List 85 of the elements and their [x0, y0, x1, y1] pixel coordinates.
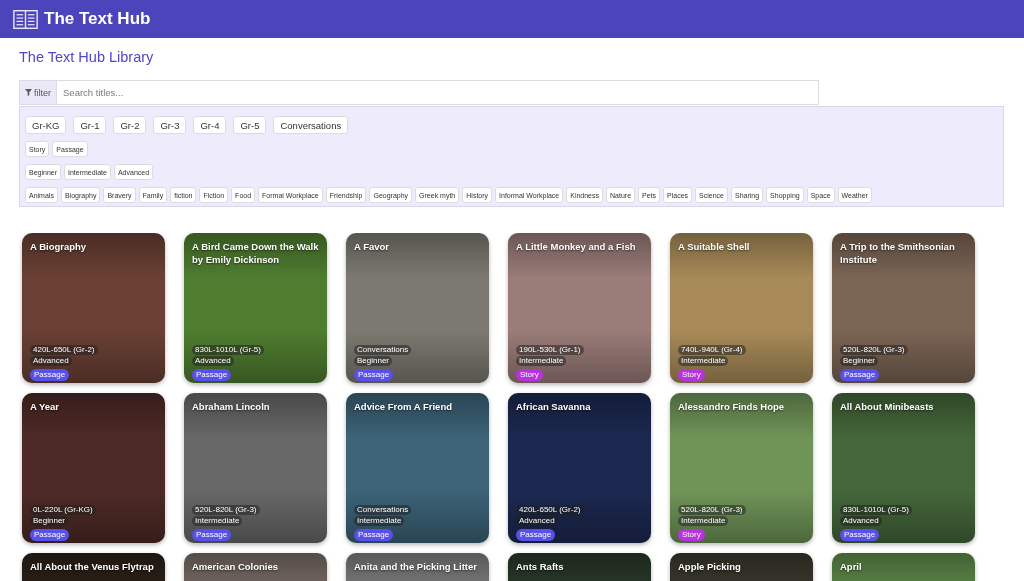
text-card[interactable]: A Suitable Shell 740L-940L (Gr-4) Intermediate Story: [670, 233, 813, 383]
level-label: Intermediate: [678, 356, 729, 366]
text-card[interactable]: Advice From A Friend Conversations Intermediate Passage: [346, 393, 489, 543]
card-title: Advice From A Friend: [354, 400, 452, 413]
card-title: April: [840, 560, 862, 573]
grade-filter-button[interactable]: Gr-4: [193, 116, 227, 134]
lexile-label: 520L-820L (Gr-3): [192, 505, 260, 515]
card-title: All About Minibeasts: [840, 400, 934, 413]
text-card[interactable]: Abraham Lincoln 520L-820L (Gr-3) Intermediate Passage: [184, 393, 327, 543]
type-tag: Story: [678, 369, 705, 381]
lexile-label: 830L-1010L (Gr-5): [840, 505, 912, 515]
level-label: Beginner: [354, 356, 393, 366]
type-tag: Passage: [840, 529, 880, 541]
card-title: African Savanna: [516, 400, 591, 413]
type-tag: Passage: [840, 369, 880, 381]
card-title: Abraham Lincoln: [192, 400, 270, 413]
type-tag: Passage: [354, 529, 394, 541]
card-title: Apple Picking: [678, 560, 741, 573]
lexile-label: 830L-1010L (Gr-5): [192, 345, 264, 355]
type-tag: Passage: [516, 529, 556, 541]
filter-label: filter: [34, 87, 51, 98]
level-label: Beginner: [840, 356, 879, 366]
page-title: The Text Hub Library: [19, 48, 154, 66]
level-label: Intermediate: [192, 516, 243, 526]
level-label: Beginner: [30, 516, 69, 526]
text-card[interactable]: Ants Rafts: [508, 553, 651, 581]
type-tag: Passage: [354, 369, 394, 381]
text-card[interactable]: Alessandro Finds Hope 520L-820L (Gr-3) Intermediate Story: [670, 393, 813, 543]
lexile-label: 520L-820L (Gr-3): [840, 345, 908, 355]
level-label: Intermediate: [516, 356, 567, 366]
text-card[interactable]: April: [832, 553, 975, 581]
lexile-label: Conversations: [354, 345, 412, 355]
search-field[interactable]: Search titles...: [56, 80, 819, 105]
card-title: A Suitable Shell: [678, 240, 750, 253]
funnel-icon: [25, 89, 32, 96]
lexile-label: 420L-650L (Gr-2): [516, 505, 584, 515]
lexile-label: 190L-530L (Gr-1): [516, 345, 584, 355]
text-card[interactable]: A Trip to the Smithsonian Institute 520L-820L (Gr-3) Beginner Passage: [832, 233, 975, 383]
lexile-label: 520L-820L (Gr-3): [678, 505, 746, 515]
card-title: A Year: [30, 400, 60, 413]
text-card[interactable]: A Biography 420L-650L (Gr-2) Advanced Passage: [22, 233, 165, 383]
grade-filter-button[interactable]: Gr-KG: [25, 116, 67, 134]
card-title: Anita and the Picking Litter: [354, 560, 477, 573]
grade-filter-button[interactable]: Gr-1: [73, 116, 107, 134]
grade-filter-button[interactable]: Gr-5: [233, 116, 267, 134]
card-title: Ants Rafts: [516, 560, 564, 573]
grade-filter-button[interactable]: Conversations: [273, 116, 349, 134]
grade-filter-button[interactable]: Gr-3: [153, 116, 187, 134]
type-tag: Passage: [192, 529, 232, 541]
card-title: Alessandro Finds Hope: [678, 400, 785, 413]
text-card[interactable]: All About the Venus Flytrap: [22, 553, 165, 581]
level-label: Intermediate: [354, 516, 405, 526]
text-card[interactable]: Anita and the Picking Litter: [346, 553, 489, 581]
card-title: A Favor: [354, 240, 390, 253]
lexile-label: 420L-650L (Gr-2): [30, 345, 98, 355]
brand-title[interactable]: The Text Hub: [44, 9, 151, 29]
text-card[interactable]: American Colonies: [184, 553, 327, 581]
card-title: A Bird Came Down the Walk by Emily Dickinson: [192, 240, 320, 266]
lexile-label: 740L-940L (Gr-4): [678, 345, 746, 355]
text-card[interactable]: African Savanna 420L-650L (Gr-2) Advanced Passage: [508, 393, 651, 543]
type-tag: Passage: [192, 369, 232, 381]
text-card[interactable]: All About Minibeasts 830L-1010L (Gr-5) Advanced Passage: [832, 393, 975, 543]
type-tag: Passage: [30, 529, 70, 541]
grade-filter-button[interactable]: Gr-2: [113, 116, 147, 134]
card-title: A Trip to the Smithsonian Institute: [840, 240, 956, 266]
book-icon: [13, 9, 38, 29]
level-label: Advanced: [192, 356, 234, 366]
text-card[interactable]: A Year 0L-220L (Gr-KG) Beginner Passage: [22, 393, 165, 543]
level-label: Advanced: [840, 516, 882, 526]
type-tag: Story: [678, 529, 705, 541]
lexile-label: Conversations: [354, 505, 412, 515]
type-tag: Story: [516, 369, 543, 381]
text-card[interactable]: A Bird Came Down the Walk by Emily Dickinson 830L-1010L (Gr-5) Advanced Passage: [184, 233, 327, 383]
text-card[interactable]: A Little Monkey and a Fish 190L-530L (Gr-1) Intermediate Story: [508, 233, 651, 383]
card-title: A Biography: [30, 240, 87, 253]
level-label: Advanced: [516, 516, 558, 526]
lexile-label: 0L-220L (Gr-KG): [30, 505, 96, 515]
level-label: Intermediate: [678, 516, 729, 526]
level-label: Advanced: [30, 356, 72, 366]
text-card[interactable]: Apple Picking: [670, 553, 813, 581]
type-tag: Passage: [30, 369, 70, 381]
card-title: All About the Venus Flytrap: [30, 560, 154, 573]
card-title: American Colonies: [192, 560, 279, 573]
text-card[interactable]: A Favor Conversations Beginner Passage: [346, 233, 489, 383]
card-title: A Little Monkey and a Fish: [516, 240, 636, 253]
